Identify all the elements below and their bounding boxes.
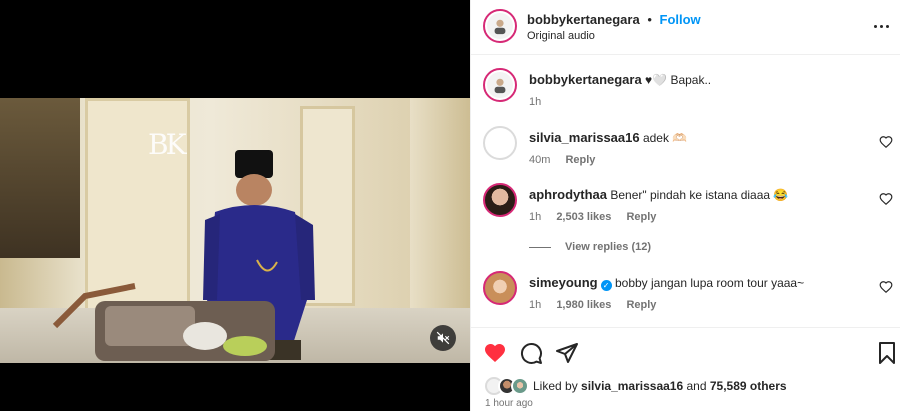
commenter-avatar[interactable]	[483, 183, 517, 217]
comment-text: bobby jangan lupa room tour yaaa~	[614, 276, 805, 290]
author-username[interactable]: bobbykertanegara	[527, 12, 640, 27]
reply-thread-line	[529, 246, 551, 248]
comment-likes[interactable]: 2,503 likes	[556, 211, 611, 223]
comment-item: simeyoung ✓ bobby jangan lupa room tour y…	[483, 271, 893, 315]
comment-text: adek 🫶🏻	[642, 131, 688, 145]
author-avatar[interactable]	[483, 9, 517, 43]
speaker-muted-icon	[436, 331, 450, 345]
post-header: bobbykertanegara • Follow Original audio	[471, 0, 900, 55]
comment-username[interactable]: simeyoung	[529, 275, 598, 290]
reply-button[interactable]: Reply	[626, 299, 656, 311]
caption-username[interactable]: bobbykertanegara	[529, 72, 642, 87]
likes-count[interactable]: 75,589 others	[710, 379, 787, 393]
caption-time[interactable]: 1h	[529, 96, 541, 108]
comment-text: Bener" pindah ke istana diaaa 😂	[610, 188, 789, 202]
heart-outline-icon[interactable]	[879, 280, 893, 294]
reply-button[interactable]: Reply	[565, 154, 595, 166]
post-details-panel: bobbykertanegara • Follow Original audio…	[470, 0, 900, 411]
separator-dot: •	[647, 12, 652, 27]
audio-label[interactable]: Original audio	[527, 30, 595, 42]
heart-outline-icon[interactable]	[879, 135, 893, 149]
comment-bubble-icon[interactable]	[519, 341, 543, 365]
comment-item: aphrodythaa Bener" pindah ke istana diaa…	[483, 183, 893, 227]
brand-watermark: BK	[148, 128, 186, 161]
commenter-avatar[interactable]	[483, 271, 517, 305]
share-paper-plane-icon[interactable]	[555, 341, 579, 365]
comment-likes[interactable]: 1,980 likes	[556, 299, 611, 311]
liked-by-summary: Liked by silvia_marissaa16 and 75,589 ot…	[485, 377, 787, 395]
liked-by-and: and	[686, 379, 707, 393]
instagram-post-view: BK bobbykertanegara • Follow Original au…	[0, 0, 900, 411]
view-replies-button[interactable]: View replies (12)	[529, 241, 651, 253]
like-heart-filled-icon[interactable]	[483, 341, 507, 365]
more-options-icon[interactable]	[871, 16, 891, 36]
comment-username[interactable]: silvia_marissaa16	[529, 130, 640, 145]
video-player[interactable]: BK	[0, 0, 470, 411]
follow-button[interactable]: Follow	[660, 12, 701, 27]
post-actions-bar: Liked by silvia_marissaa16 and 75,589 ot…	[471, 327, 900, 411]
liked-by-user[interactable]: silvia_marissaa16	[581, 379, 683, 393]
video-frame[interactable]	[0, 98, 470, 363]
verified-badge-icon: ✓	[600, 280, 612, 291]
post-timestamp[interactable]: 1 hour ago	[485, 398, 533, 409]
liker-avatar	[511, 377, 529, 395]
caption-avatar[interactable]	[483, 68, 517, 102]
stroller-figure	[52, 283, 275, 361]
comment-item: silvia_marissaa16 adek 🫶🏻 40m Reply	[483, 126, 893, 170]
liked-by-prefix: Liked by	[533, 379, 578, 393]
commenter-avatar[interactable]	[483, 126, 517, 160]
comment-username[interactable]: aphrodythaa	[529, 187, 607, 202]
mute-toggle-button[interactable]	[430, 325, 456, 351]
reply-button[interactable]: Reply	[626, 211, 656, 223]
view-replies-label[interactable]: View replies (12)	[565, 241, 651, 253]
caption: bobbykertanegara ♥🤍 Bapak.. 1h	[483, 68, 893, 112]
comment-time[interactable]: 40m	[529, 154, 550, 166]
heart-outline-icon[interactable]	[879, 192, 893, 206]
save-bookmark-icon[interactable]	[875, 341, 899, 365]
comment-time[interactable]: 1h	[529, 299, 541, 311]
liked-by-avatars[interactable]	[485, 377, 531, 395]
caption-text: ♥🤍 Bapak..	[645, 73, 712, 87]
comment-time[interactable]: 1h	[529, 211, 541, 223]
